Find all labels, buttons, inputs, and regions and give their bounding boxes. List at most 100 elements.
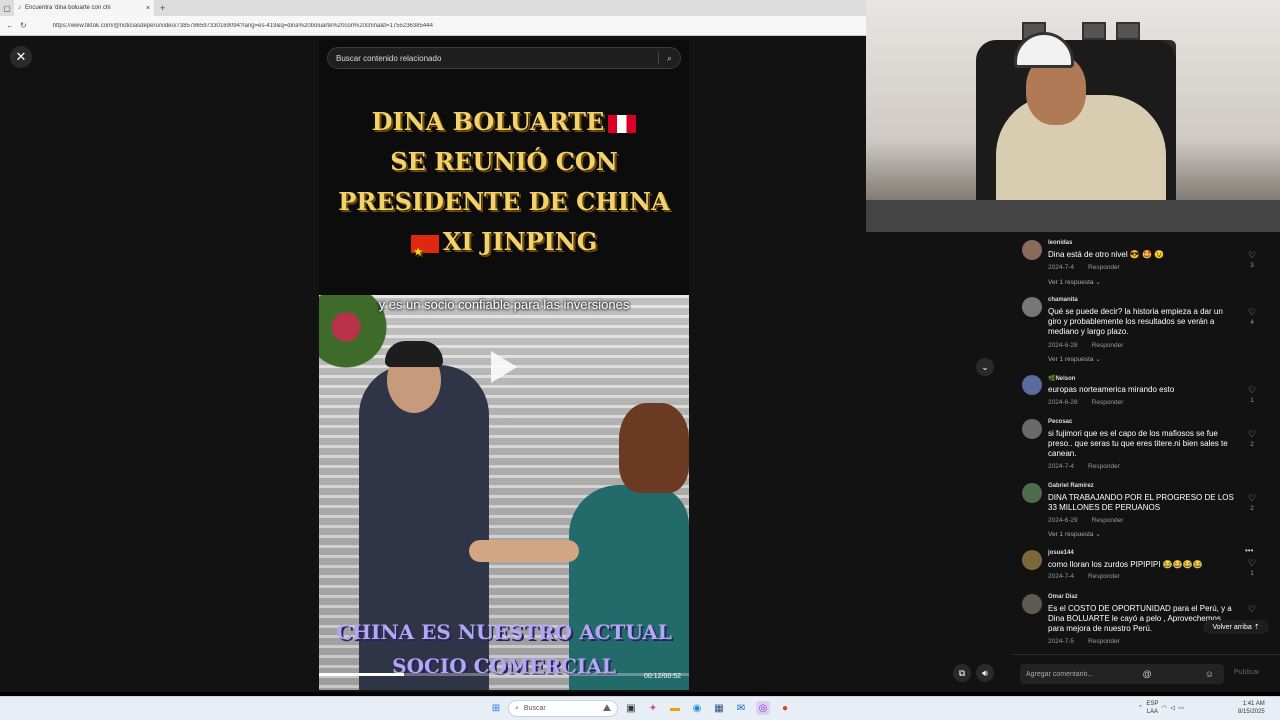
miniplayer-icon[interactable]: ⧉	[953, 664, 971, 682]
video-frame: y es un socio confiable para las inversi…	[319, 295, 689, 690]
speaker-icon[interactable]: ◁	[1170, 706, 1175, 712]
language-code: ESP	[1146, 701, 1159, 707]
browser-tab[interactable]: ♪ Encuentra 'dina boluarte con chi ×	[14, 0, 154, 16]
avatar[interactable]	[1022, 550, 1042, 570]
browser-tab-bar: ▢ ♪ Encuentra 'dina boluarte con chi × +	[0, 0, 866, 16]
comment-meta: 2024-7-4 Responder	[1048, 573, 1120, 580]
mention-icon[interactable]: @	[1142, 669, 1151, 679]
like-heart-icon[interactable]: ♡	[1246, 250, 1258, 261]
task-view-icon[interactable]: ▣	[624, 701, 638, 715]
avatar[interactable]	[1022, 483, 1042, 503]
more-options-icon[interactable]: •••	[1245, 546, 1253, 555]
file-explorer-icon[interactable]: ▬	[668, 701, 682, 715]
comment-username[interactable]: josue144	[1048, 550, 1074, 556]
reply-button[interactable]: Responder	[1088, 463, 1120, 470]
url-field[interactable]: https://www.tiktok.com/@noticiasdeperu/v…	[53, 23, 433, 29]
comment-date: 2024-6-29	[1048, 517, 1078, 524]
like-heart-icon[interactable]: ♡	[1246, 307, 1258, 318]
reply-button[interactable]: Responder	[1088, 638, 1120, 645]
peru-flag-icon	[608, 114, 637, 133]
comment-username[interactable]: Pecosac	[1048, 419, 1072, 425]
comment-date: 2024-6-28	[1048, 342, 1078, 349]
reply-button[interactable]: Responder	[1092, 517, 1124, 524]
new-tab-icon[interactable]: +	[160, 3, 165, 13]
avatar[interactable]	[1022, 375, 1042, 395]
reply-button[interactable]: Responder	[1092, 399, 1124, 406]
comment-input[interactable]: Agregar comentario... @ ☺	[1020, 664, 1224, 684]
store-icon[interactable]: ▦	[712, 701, 726, 715]
avatar[interactable]	[1022, 297, 1042, 317]
avatar[interactable]	[1022, 240, 1042, 260]
landscape-widget-icon[interactable]: ⛰	[600, 701, 614, 715]
battery-icon[interactable]: ▭	[1178, 706, 1184, 712]
language-indicator[interactable]: ESP LAA	[1146, 700, 1158, 716]
view-replies-button[interactable]: Ver 1 respuesta ⌄	[1048, 530, 1101, 538]
video-player[interactable]: DINA BOLUARTE SE REUNIÓ CON PRESIDENTE D…	[319, 40, 689, 690]
like-heart-icon[interactable]: ♡	[1246, 558, 1258, 569]
tab-close-icon[interactable]: ×	[146, 5, 150, 12]
tab-title: Encuentra 'dina boluarte con chi	[25, 5, 111, 11]
publish-button[interactable]: Publicar	[1234, 669, 1259, 676]
comments-panel: leonidas Dina está de otro nivel 😎 🤩 😉 2…	[1012, 232, 1280, 654]
like-heart-icon[interactable]: ♡	[1246, 429, 1258, 440]
webcam-overlay	[866, 0, 1280, 232]
comment-username[interactable]: leonidas	[1048, 240, 1072, 246]
comment-username[interactable]: 🌿Nelson	[1048, 375, 1075, 382]
chrome-icon[interactable]: ●	[778, 701, 792, 715]
chevron-up-icon[interactable]: ⌃	[1138, 706, 1143, 712]
comment-date: 2024-7-4	[1048, 573, 1075, 580]
arrow-up-icon: ⇡	[1253, 624, 1260, 631]
like-count: 2	[1250, 505, 1254, 512]
comment-text: si fujimori que es el capo de los mafios…	[1048, 429, 1228, 458]
clock-date: 8/15/2025	[1238, 709, 1265, 715]
reply-button[interactable]: Responder	[1088, 573, 1120, 580]
emoji-icon[interactable]: ☺	[1205, 669, 1214, 679]
related-search-input[interactable]: Buscar contenido relacionado ⌕	[327, 47, 681, 69]
comment-meta: 2024-6-28 Responder	[1048, 399, 1123, 406]
like-heart-icon[interactable]: ♡	[1246, 385, 1258, 396]
comment-date: 2024-7-4	[1048, 264, 1075, 271]
avatar[interactable]	[1022, 419, 1042, 439]
avatar[interactable]	[1022, 594, 1042, 614]
like-heart-icon[interactable]: ♡	[1246, 493, 1258, 504]
china-flag-icon	[410, 233, 439, 273]
edge-browser-icon[interactable]: ◉	[690, 701, 704, 715]
language-region: LAA	[1146, 709, 1159, 715]
next-video-chevron-icon[interactable]: ⌄	[976, 358, 994, 376]
back-icon[interactable]: ←	[6, 21, 14, 30]
back-to-top-button[interactable]: Volver arriba ⇡	[1203, 620, 1269, 634]
video-time: 00:12/00:52	[644, 673, 681, 680]
comment-username[interactable]: Gabriel Ramirez	[1048, 483, 1094, 489]
comment-username[interactable]: Omar Diaz	[1048, 594, 1078, 600]
like-count: 1	[1250, 570, 1254, 577]
video-title-line-1: DINA BOLUARTE	[371, 107, 605, 136]
video-title-line-2: SE REUNIÓ CON	[390, 147, 618, 176]
window-menu-icon[interactable]: ▢	[0, 4, 14, 13]
play-icon[interactable]	[491, 351, 517, 383]
reload-icon[interactable]: ↻	[20, 21, 27, 30]
outlook-icon[interactable]: ✉	[734, 701, 748, 715]
system-tray: ⌃ ESP LAA ◠ ◁ ▭	[1138, 700, 1184, 716]
reply-button[interactable]: Responder	[1092, 342, 1124, 349]
copilot-icon[interactable]: ✦	[646, 701, 660, 715]
comment-username[interactable]: chamanita	[1048, 297, 1078, 303]
clock[interactable]: 1:41 AM 8/15/2025	[1238, 700, 1265, 716]
comment-meta: 2024-7-4 Responder	[1048, 463, 1120, 470]
windows-start-icon[interactable]: ⊞	[489, 701, 503, 715]
view-replies-button[interactable]: Ver 1 respuesta ⌄	[1048, 278, 1101, 286]
wall-frame	[1082, 22, 1106, 40]
comment-meta: 2024-7-4 Responder	[1048, 264, 1120, 271]
like-heart-icon[interactable]: ♡	[1246, 604, 1258, 615]
like-count: 3	[1250, 262, 1254, 269]
reply-button[interactable]: Responder	[1088, 264, 1120, 271]
search-icon[interactable]: ⌕	[667, 53, 672, 64]
video-progress-bar[interactable]	[319, 673, 689, 676]
view-replies-button[interactable]: Ver 1 respuesta ⌄	[1048, 355, 1101, 363]
close-video-button[interactable]: ✕	[10, 46, 32, 68]
comment-text: DINA TRABAJANDO POR EL PROGRESO DE LOS 3…	[1048, 493, 1234, 512]
volume-icon[interactable]: 🔊︎	[976, 664, 994, 682]
comment-meta: 2024-6-29 Responder	[1048, 517, 1123, 524]
taskbar: ⊞ ⌕ Buscar ⛰ ▣ ✦ ▬ ◉ ▦ ✉ ◎ ● ⌃ ESP LAA ◠ ◁…	[0, 696, 1280, 720]
wifi-icon[interactable]: ◠	[1162, 706, 1167, 712]
obs-icon[interactable]: ◎	[756, 701, 770, 715]
